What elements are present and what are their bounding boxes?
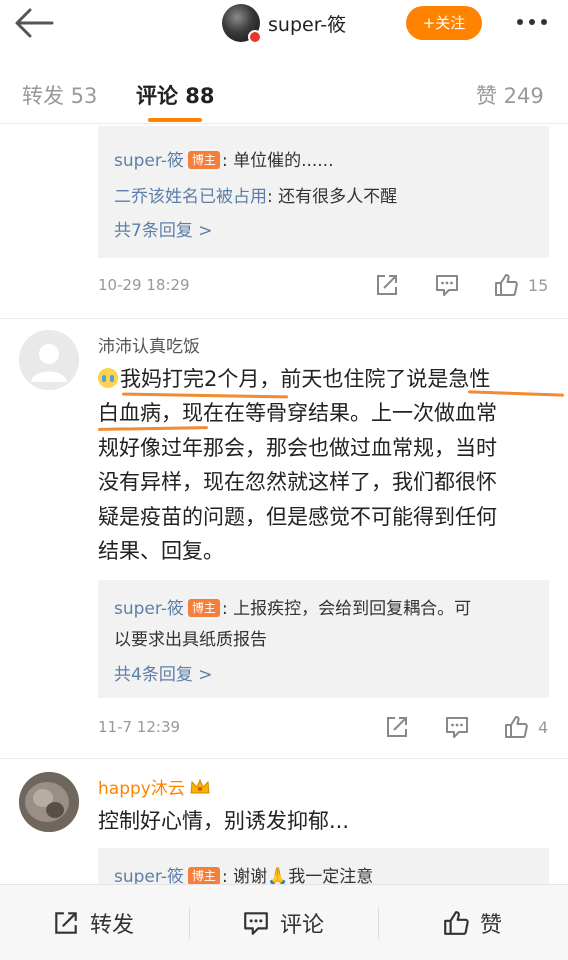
comment-line: 白血病，现在在等骨穿结果。上一次做血常 bbox=[98, 401, 497, 426]
thumbs-up-icon bbox=[444, 911, 469, 935]
like-count: 15 bbox=[528, 276, 549, 295]
repost-button[interactable]: 转发 bbox=[52, 907, 152, 939]
active-tab-indicator bbox=[148, 118, 202, 122]
thumbs-up-icon[interactable] bbox=[503, 714, 529, 740]
repost-label: 转发 bbox=[90, 913, 135, 938]
reply-box[interactable]: super-筱 博主: 上报疾控，会给到回复耦合。可 以要求出具纸质报告 共4条回… bbox=[98, 580, 549, 698]
default-avatar-icon bbox=[19, 330, 79, 390]
comment-icon[interactable] bbox=[434, 272, 460, 298]
comment-icon bbox=[244, 912, 268, 935]
share-icon[interactable] bbox=[374, 272, 400, 298]
thumbs-up-icon[interactable] bbox=[493, 272, 519, 298]
back-arrow-icon[interactable] bbox=[12, 6, 56, 40]
tab-bar: 转发 53 评论 88 赞 249 bbox=[0, 60, 568, 124]
share-icon[interactable] bbox=[384, 714, 410, 740]
reply-user-name[interactable]: 二乔该姓名已被占用 bbox=[114, 187, 267, 207]
more-replies-link[interactable]: 共4条回复 > bbox=[114, 660, 212, 685]
reply-item: super-筱 博主: 单位催的...... bbox=[114, 146, 334, 171]
verified-badge-icon bbox=[248, 30, 262, 44]
comment-line: 结果、回复。 bbox=[98, 539, 224, 564]
tab-reposts[interactable]: 转发 53 bbox=[22, 80, 97, 110]
reply-box[interactable]: super-筱 博主: 单位催的...... 二乔该姓名已被占用: 还有很多人不醒… bbox=[98, 126, 549, 258]
reply-text: 以要求出具纸质报告 bbox=[114, 630, 267, 650]
cry-emoji-icon bbox=[98, 368, 118, 388]
commenter-name[interactable]: happy沐云 bbox=[98, 774, 211, 799]
author-name[interactable]: super-筱 bbox=[268, 10, 346, 37]
reply-user-name[interactable]: super-筱 bbox=[114, 599, 184, 619]
comment-line: 疑是疫苗的问题，但是感觉不可能得到任何 bbox=[98, 504, 497, 529]
author-tag: 博主 bbox=[187, 151, 220, 169]
reply-user-name[interactable]: super-筱 bbox=[114, 151, 184, 171]
comment-label: 评论 bbox=[280, 913, 325, 938]
author-tag: 博主 bbox=[187, 867, 220, 885]
tab-comments[interactable]: 评论 88 bbox=[136, 80, 215, 110]
more-replies-link[interactable]: 共7条回复 > bbox=[114, 216, 212, 241]
reply-item: 以要求出具纸质报告 bbox=[114, 625, 267, 650]
comment-text: 控制好心情，别诱发抑郁... bbox=[98, 809, 350, 833]
comment-timestamp: 10-29 18:29 bbox=[98, 276, 190, 294]
avatar-photo bbox=[19, 772, 79, 832]
more-dots-icon[interactable] bbox=[512, 12, 552, 32]
comment-meta: 11-7 12:39 4 bbox=[98, 714, 549, 744]
bottom-action-bar: 转发 评论 赞 bbox=[0, 884, 568, 960]
author-tag: 博主 bbox=[187, 599, 220, 617]
commenter-avatar[interactable] bbox=[19, 330, 79, 390]
comment-timestamp: 11-7 12:39 bbox=[98, 718, 181, 736]
reply-item: 二乔该姓名已被占用: 还有很多人不醒 bbox=[114, 182, 397, 207]
tab-likes[interactable]: 赞 249 bbox=[476, 80, 544, 110]
comment-divider bbox=[0, 318, 568, 319]
like-label: 赞 bbox=[480, 913, 503, 938]
commenter-name[interactable]: 沛沛认真吃饭 bbox=[98, 332, 200, 357]
bar-separator bbox=[189, 907, 190, 939]
follow-button[interactable]: +关注 bbox=[406, 6, 482, 40]
top-bar: super-筱 +关注 bbox=[0, 0, 568, 48]
comment-line: 没有异样，现在忽然就这样了，我们都很怀 bbox=[98, 470, 497, 495]
like-button[interactable]: 赞 bbox=[442, 907, 522, 939]
commenter-avatar[interactable] bbox=[19, 772, 79, 832]
reply-text: : 还有很多人不醒 bbox=[267, 187, 398, 207]
share-icon bbox=[55, 912, 77, 934]
reply-text: : 单位催的...... bbox=[221, 151, 334, 171]
comment-button[interactable]: 评论 bbox=[242, 907, 342, 939]
crown-emoji-icon bbox=[190, 778, 210, 794]
comment-meta: 10-29 18:29 15 bbox=[98, 272, 549, 302]
author-avatar[interactable] bbox=[222, 4, 262, 44]
comment-icon[interactable] bbox=[444, 714, 470, 740]
comment-line: 规好像过年那会，那会也做过血常规，当时 bbox=[98, 435, 497, 460]
reply-box[interactable]: super-筱 博主: 谢谢🙏我一定注意 bbox=[98, 848, 549, 888]
comment-divider bbox=[0, 758, 568, 759]
reply-text: : 上报疾控，会给到回复耦合。可 bbox=[221, 599, 472, 619]
like-count: 4 bbox=[538, 718, 549, 737]
bar-separator bbox=[378, 907, 379, 939]
reply-item: super-筱 博主: 上报疾控，会给到回复耦合。可 bbox=[114, 594, 471, 619]
